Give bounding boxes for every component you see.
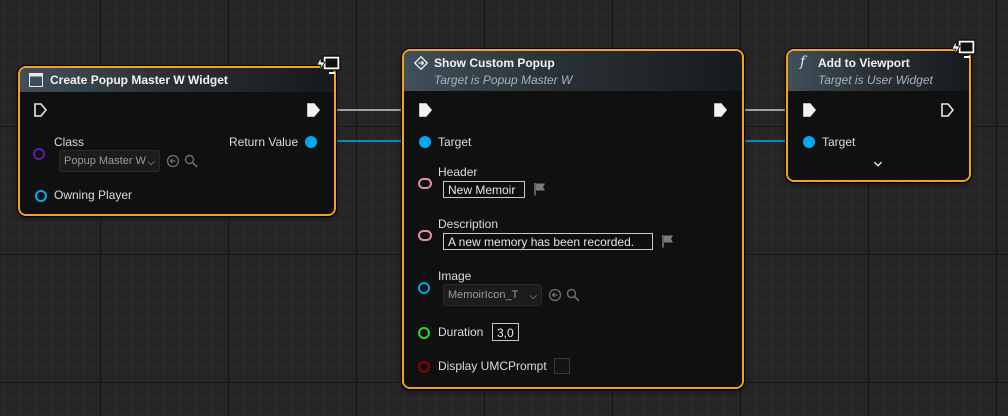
image-pin[interactable] <box>418 282 430 294</box>
target-label: Target <box>438 135 472 149</box>
exec-out-pin[interactable] <box>713 103 727 117</box>
flag-icon[interactable] <box>661 234 675 248</box>
owning-player-label: Owning Player <box>54 188 133 202</box>
duration-label: Duration <box>438 325 484 339</box>
search-icon[interactable] <box>184 154 198 168</box>
node-subtitle: Target is Popup Master W <box>434 73 573 87</box>
chevron-down-icon: ⌵ <box>147 157 155 168</box>
image-dropdown-value: MemoirIcon_T <box>448 289 519 301</box>
image-label: Image <box>438 269 472 283</box>
description-input[interactable]: A new memory has been recorded. <box>443 233 653 250</box>
node-title: Create Popup Master W Widget <box>50 73 228 87</box>
function-f-icon: f <box>800 54 806 70</box>
exec-in-pin[interactable] <box>418 103 432 117</box>
flag-icon[interactable] <box>533 182 547 196</box>
description-label: Description <box>438 217 499 231</box>
class-pin[interactable] <box>33 148 45 160</box>
search-icon[interactable] <box>566 288 580 302</box>
target-label: Target <box>822 135 856 149</box>
class-widget-icon <box>29 73 43 87</box>
add-to-viewport-node[interactable]: f Add to Viewport Target is User Widget … <box>786 49 971 182</box>
class-dropdown[interactable]: Popup Master W ⌵ <box>59 150 160 172</box>
return-value-label: Return Value <box>229 135 299 149</box>
header-pin[interactable] <box>418 178 432 189</box>
image-dropdown[interactable]: MemoirIcon_T ⌵ <box>443 284 542 306</box>
header-input[interactable]: New Memoir <box>443 181 525 198</box>
display-prompt-checkbox[interactable] <box>554 358 570 374</box>
browse-arrow-icon[interactable] <box>548 288 562 302</box>
exec-out-pin[interactable] <box>306 103 320 117</box>
exec-out-pin[interactable] <box>940 103 954 117</box>
chevron-down-icon: ⌵ <box>529 291 537 302</box>
target-pin[interactable] <box>803 136 815 148</box>
return-value-pin[interactable] <box>305 136 317 148</box>
show-custom-popup-node[interactable]: Show Custom Popup Target is Popup Master… <box>402 49 744 389</box>
exec-in-pin[interactable] <box>802 103 816 117</box>
owning-player-pin[interactable] <box>35 190 47 202</box>
exec-in-pin[interactable] <box>33 103 47 117</box>
chevron-down-icon[interactable] <box>872 160 884 170</box>
node-title: Add to Viewport <box>818 56 910 70</box>
duration-pin[interactable] <box>418 327 430 339</box>
display-prompt-pin[interactable] <box>418 361 430 373</box>
duration-input[interactable]: 3,0 <box>492 323 519 341</box>
target-pin[interactable] <box>419 136 431 148</box>
node-title: Show Custom Popup <box>434 56 555 70</box>
event-diamond-icon <box>414 56 428 70</box>
class-dropdown-value: Popup Master W <box>64 155 146 167</box>
description-pin[interactable] <box>418 230 432 241</box>
header-label: Header <box>438 165 478 179</box>
display-prompt-label: Display UMCPrompt <box>438 359 547 373</box>
latent-monitor-icon <box>317 55 341 74</box>
class-label: Class <box>54 135 85 149</box>
node-subtitle: Target is User Widget <box>818 73 933 87</box>
create-widget-node[interactable]: Create Popup Master W Widget Class Popup… <box>18 66 336 216</box>
latent-monitor-icon <box>952 39 976 58</box>
browse-arrow-icon[interactable] <box>166 154 180 168</box>
